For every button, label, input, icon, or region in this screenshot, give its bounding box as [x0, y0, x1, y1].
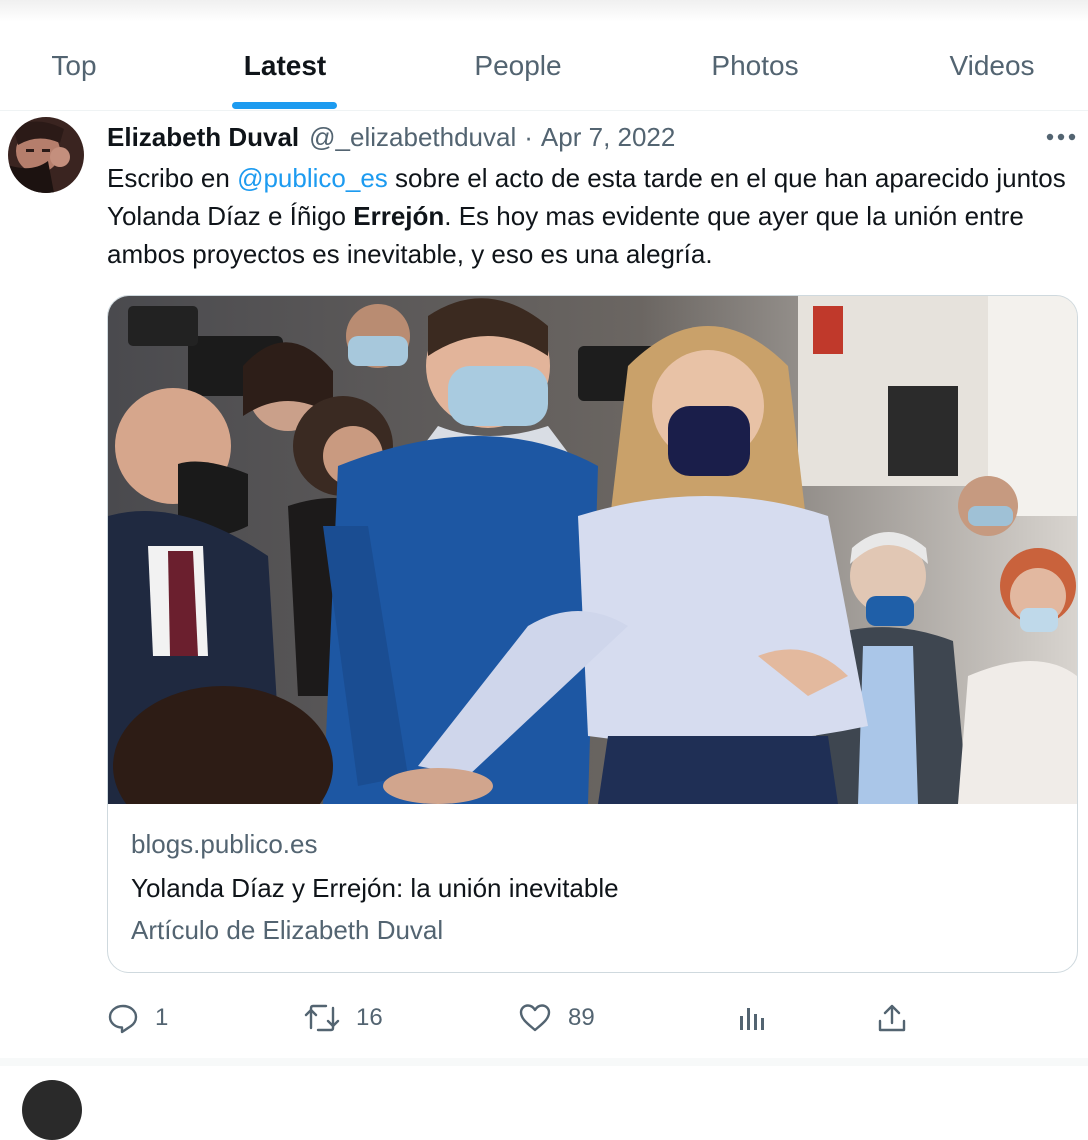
tweet-text-part1: Escribo en — [107, 163, 238, 193]
tabs-divider — [0, 110, 1088, 111]
share-icon — [876, 1002, 908, 1034]
share-button[interactable] — [876, 995, 908, 1041]
search-tabs: Top Latest People Photos Videos — [0, 22, 1088, 110]
views-icon — [736, 1002, 768, 1034]
card-meta: blogs.publico.es Yolanda Díaz y Errejón:… — [131, 826, 1051, 950]
like-count: 89 — [568, 1004, 595, 1031]
tweet-separator — [0, 1058, 1088, 1066]
heart-icon — [518, 1002, 552, 1034]
active-tab-indicator — [232, 102, 337, 109]
retweet-button[interactable]: 16 — [304, 995, 383, 1041]
reply-count: 1 — [155, 1004, 169, 1031]
reply-icon — [107, 1002, 139, 1034]
tweet-actions: 1 16 89 — [0, 995, 1088, 1041]
tweet-date[interactable]: Apr 7, 2022 — [541, 122, 675, 153]
tab-latest[interactable]: Latest — [222, 22, 348, 110]
link-card[interactable]: blogs.publico.es Yolanda Díaz y Errejón:… — [107, 295, 1078, 973]
card-title: Yolanda Díaz y Errejón: la unión inevita… — [131, 873, 619, 903]
tab-photos[interactable]: Photos — [692, 22, 818, 110]
header-separator: · — [524, 121, 533, 152]
reply-button[interactable]: 1 — [107, 995, 168, 1041]
author-name[interactable]: Elizabeth Duval — [107, 122, 299, 153]
more-icon[interactable] — [1044, 124, 1078, 150]
tab-people[interactable]: People — [452, 22, 584, 110]
retweet-icon — [304, 1002, 340, 1034]
tab-top[interactable]: Top — [20, 22, 128, 110]
retweet-count: 16 — [356, 1004, 383, 1031]
author-handle[interactable]: @_elizabethduval — [309, 122, 516, 153]
next-tweet-avatar[interactable] — [22, 1080, 82, 1140]
views-button[interactable] — [736, 995, 768, 1041]
tweet-header: Elizabeth Duval @_elizabethduval · Apr 7… — [107, 118, 675, 156]
card-domain: blogs.publico.es — [131, 829, 318, 859]
card-image — [108, 296, 1077, 846]
tweet-text: Escribo en @publico_es sobre el acto de … — [107, 159, 1082, 273]
top-fade — [0, 0, 1088, 22]
avatar[interactable] — [8, 117, 84, 193]
tweet-text-bold: Errejón — [353, 201, 445, 231]
card-description: Artículo de Elizabeth Duval — [131, 915, 444, 945]
mention-link[interactable]: @publico_es — [237, 163, 388, 193]
like-button[interactable]: 89 — [518, 995, 595, 1041]
tab-videos[interactable]: Videos — [930, 22, 1054, 110]
